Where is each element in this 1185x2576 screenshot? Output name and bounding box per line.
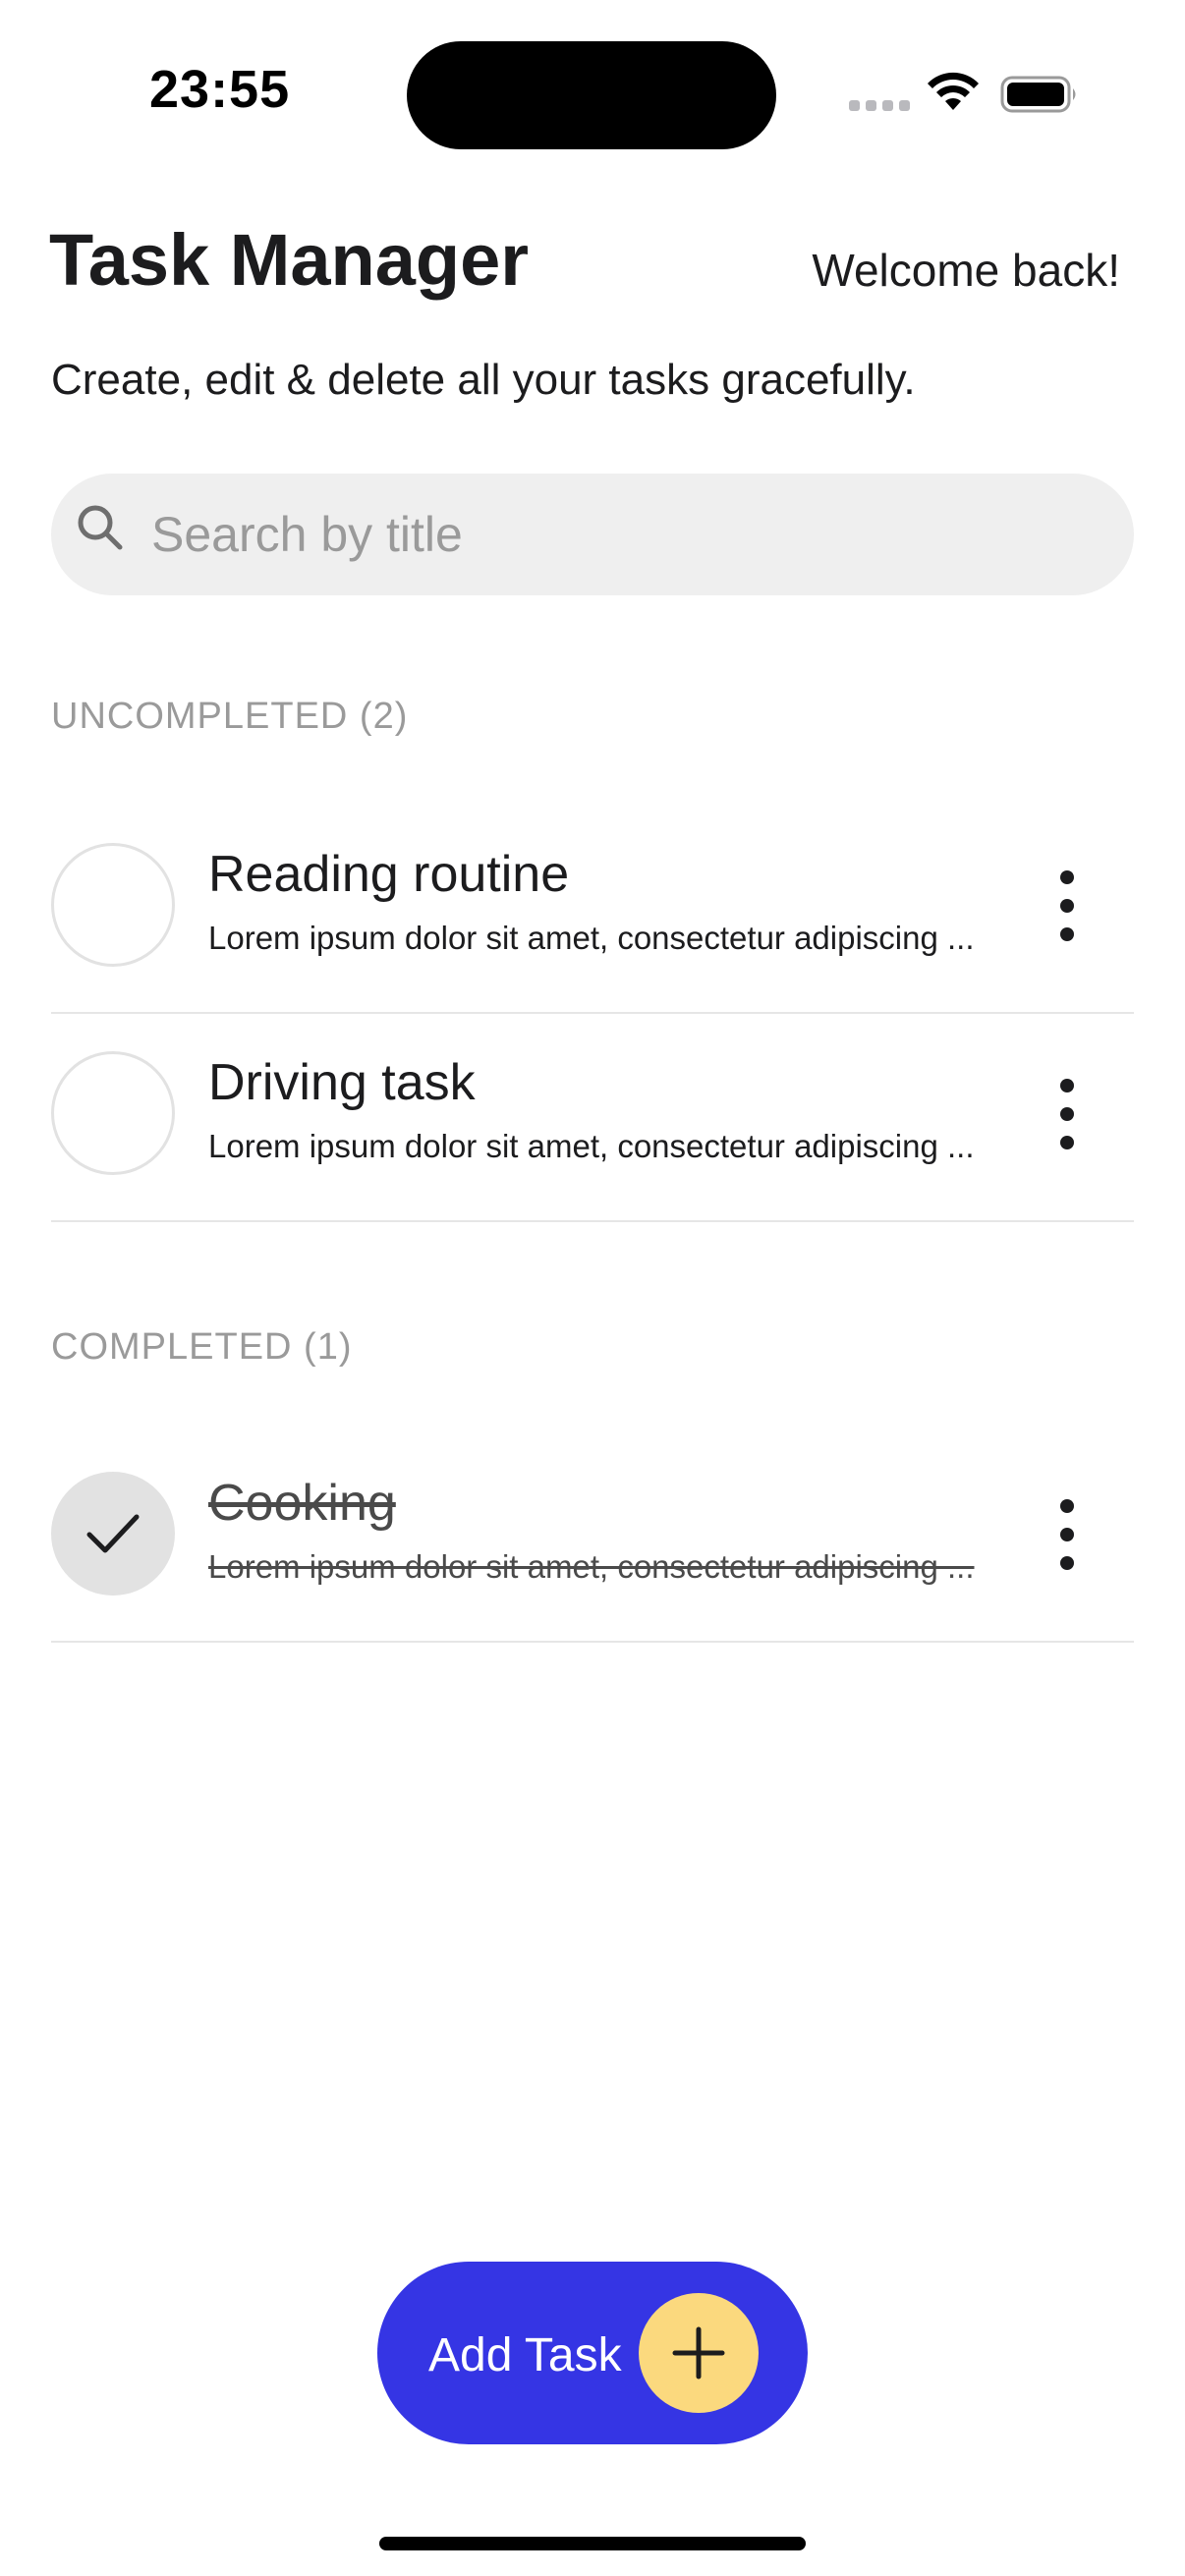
task-row-cooking[interactable]: Cooking Lorem ipsum dolor sit amet, cons… [51,1436,1134,1643]
task-description: Lorem ipsum dolor sit amet, consectetur … [208,1548,975,1585]
page-title: Task Manager [49,219,530,301]
task-checkbox-checked[interactable] [51,1472,175,1596]
more-options-icon[interactable] [1047,1499,1087,1570]
task-title: Cooking [208,1475,396,1532]
add-task-button[interactable]: Add Task [377,2262,808,2444]
task-description: Lorem ipsum dolor sit amet, consectetur … [208,920,975,956]
add-task-label: Add Task [428,2329,622,2381]
more-options-icon[interactable] [1047,870,1087,941]
task-row-driving-task[interactable]: Driving task Lorem ipsum dolor sit amet,… [51,1016,1134,1222]
search-input[interactable] [151,474,1095,595]
cellular-signal-icon [849,100,910,111]
completed-section-label: COMPLETED (1) [51,1326,353,1368]
welcome-message: Welcome back! [812,245,1120,296]
dynamic-island [407,41,776,149]
task-description: Lorem ipsum dolor sit amet, consectetur … [208,1128,975,1164]
more-options-icon[interactable] [1047,1079,1087,1149]
search-icon [78,505,123,550]
task-row-reading-routine[interactable]: Reading routine Lorem ipsum dolor sit am… [51,808,1134,1014]
wifi-icon [928,72,979,110]
task-title: Driving task [208,1054,476,1111]
uncompleted-section-label: UNCOMPLETED (2) [51,696,409,737]
checkmark-icon [86,1514,140,1553]
status-time: 23:55 [149,60,291,119]
plus-icon [639,2293,759,2413]
task-checkbox[interactable] [51,843,175,967]
search-bar[interactable] [51,474,1134,595]
home-indicator[interactable] [379,2537,806,2550]
battery-icon [1000,76,1076,113]
page-subtitle: Create, edit & delete all your tasks gra… [51,356,916,404]
task-title: Reading routine [208,846,570,903]
task-checkbox[interactable] [51,1051,175,1175]
